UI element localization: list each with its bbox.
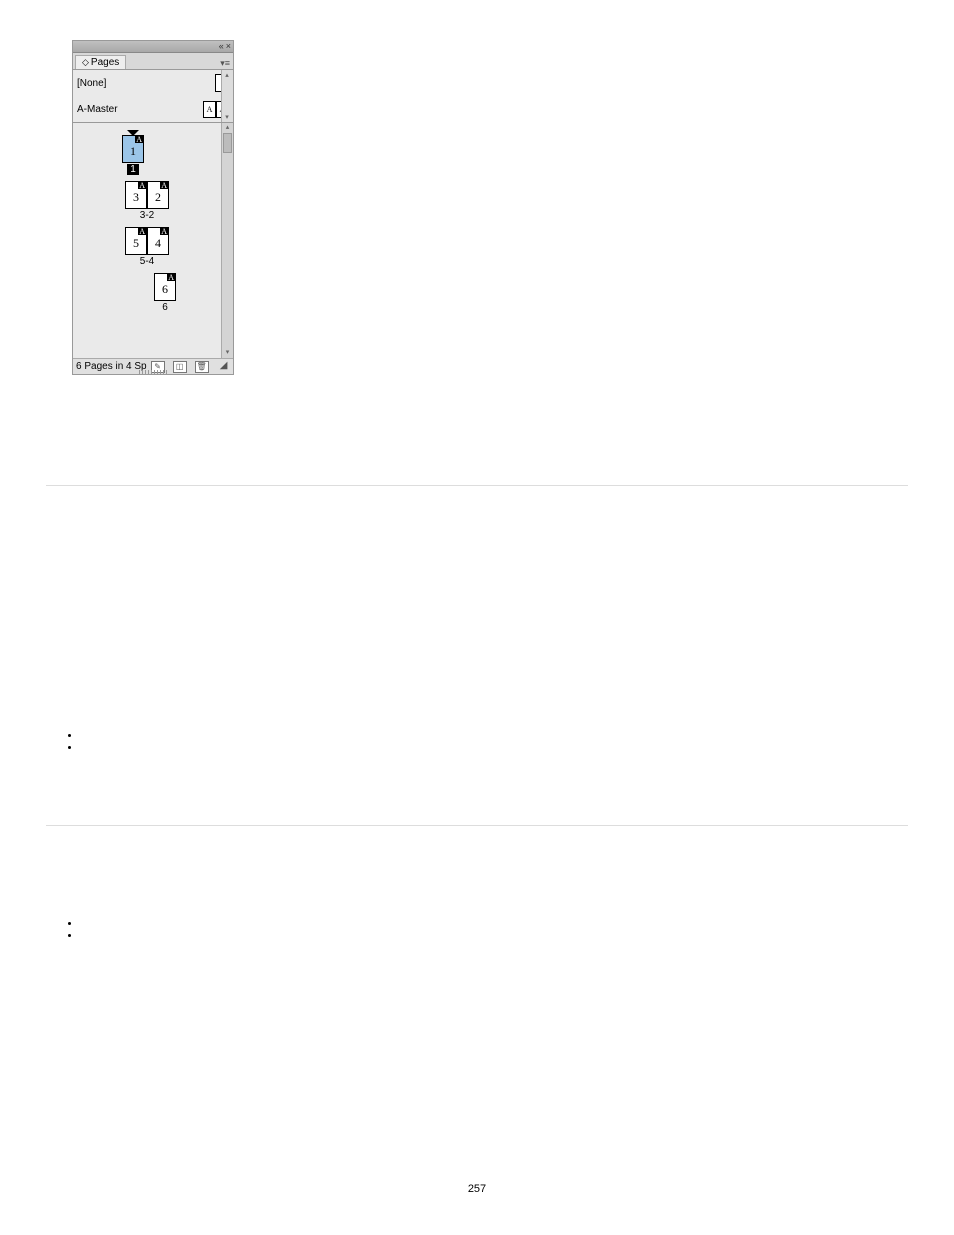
page-master-badge: A	[138, 182, 146, 189]
page-number: 2	[148, 190, 168, 205]
master-label: A-Master	[77, 104, 203, 115]
pages-section: A 1 1 A 3 A 2 3-2	[73, 123, 233, 358]
pages-scrollbar[interactable]: ▴ ▾	[221, 123, 233, 358]
page-5[interactable]: A 5	[125, 227, 147, 255]
page-master-badge: A	[135, 136, 143, 143]
master-none[interactable]: [None]	[73, 70, 233, 96]
page-master-badge: A	[160, 228, 168, 235]
scroll-up-icon[interactable]: ▴	[223, 71, 231, 79]
divider	[46, 485, 908, 486]
page-6[interactable]: A 6	[154, 273, 176, 301]
master-label: [None]	[77, 78, 215, 89]
spread-label-1: 1	[127, 164, 139, 175]
delete-page-icon[interactable]: 🗑	[195, 361, 209, 373]
resize-grip-icon[interactable]: ◢	[217, 361, 231, 373]
page-number: 3	[126, 190, 146, 205]
page-number: 4	[148, 236, 168, 251]
page-number: 5	[126, 236, 146, 251]
collapse-icon[interactable]: «	[219, 42, 224, 51]
divider	[46, 825, 908, 826]
masters-section: [None] A-Master A A ▴ ▾	[73, 70, 233, 123]
page-master-badge: A	[167, 274, 175, 281]
spread-label-3: 5-4	[140, 256, 154, 267]
panel-tabrow: ◇Pages ▾≡	[73, 53, 233, 70]
tab-pages[interactable]: ◇Pages	[75, 55, 126, 69]
scroll-down-icon[interactable]: ▾	[222, 348, 233, 358]
spread-4: A 6 6	[145, 273, 185, 313]
page-4[interactable]: A 4	[147, 227, 169, 255]
page-count-text: 6 Pages in 4 Sp	[76, 361, 147, 372]
scroll-down-icon[interactable]: ▾	[223, 113, 231, 121]
new-page-icon[interactable]: ◫	[173, 361, 187, 373]
document-page-number: 257	[0, 1183, 954, 1195]
spread-label-2: 3-2	[140, 210, 154, 221]
spread-1: A 1 1	[113, 130, 153, 175]
master-thumb-left[interactable]: A	[203, 101, 216, 118]
page-3[interactable]: A 3	[125, 181, 147, 209]
spread-2: A 3 A 2 3-2	[73, 181, 221, 221]
tab-label: Pages	[91, 57, 119, 68]
page-number: 1	[123, 144, 143, 159]
spread-3: A 5 A 4 5-4	[73, 227, 221, 267]
panel-drag-grip[interactable]	[139, 370, 167, 374]
pages-panel: « × ◇Pages ▾≡ [None] A-Master A A ▴ ▾	[72, 40, 234, 375]
spread-label-4: 6	[162, 302, 168, 313]
page-number: 6	[155, 282, 175, 297]
page-master-badge: A	[160, 182, 168, 189]
scroll-up-icon[interactable]: ▴	[222, 123, 233, 133]
scrollbar-thumb[interactable]	[223, 133, 232, 153]
panel-menu-icon[interactable]: ▾≡	[220, 58, 230, 69]
page-1[interactable]: A 1	[122, 135, 144, 163]
panel-titlebar: « ×	[73, 41, 233, 53]
pages-tab-icon: ◇	[82, 57, 89, 67]
close-icon[interactable]: ×	[226, 42, 231, 51]
masters-scrollbar[interactable]: ▴ ▾	[221, 70, 233, 122]
page-2[interactable]: A 2	[147, 181, 169, 209]
master-a[interactable]: A-Master A A	[73, 96, 233, 122]
pages-inner: A 1 1 A 3 A 2 3-2	[73, 123, 221, 358]
page-master-badge: A	[138, 228, 146, 235]
